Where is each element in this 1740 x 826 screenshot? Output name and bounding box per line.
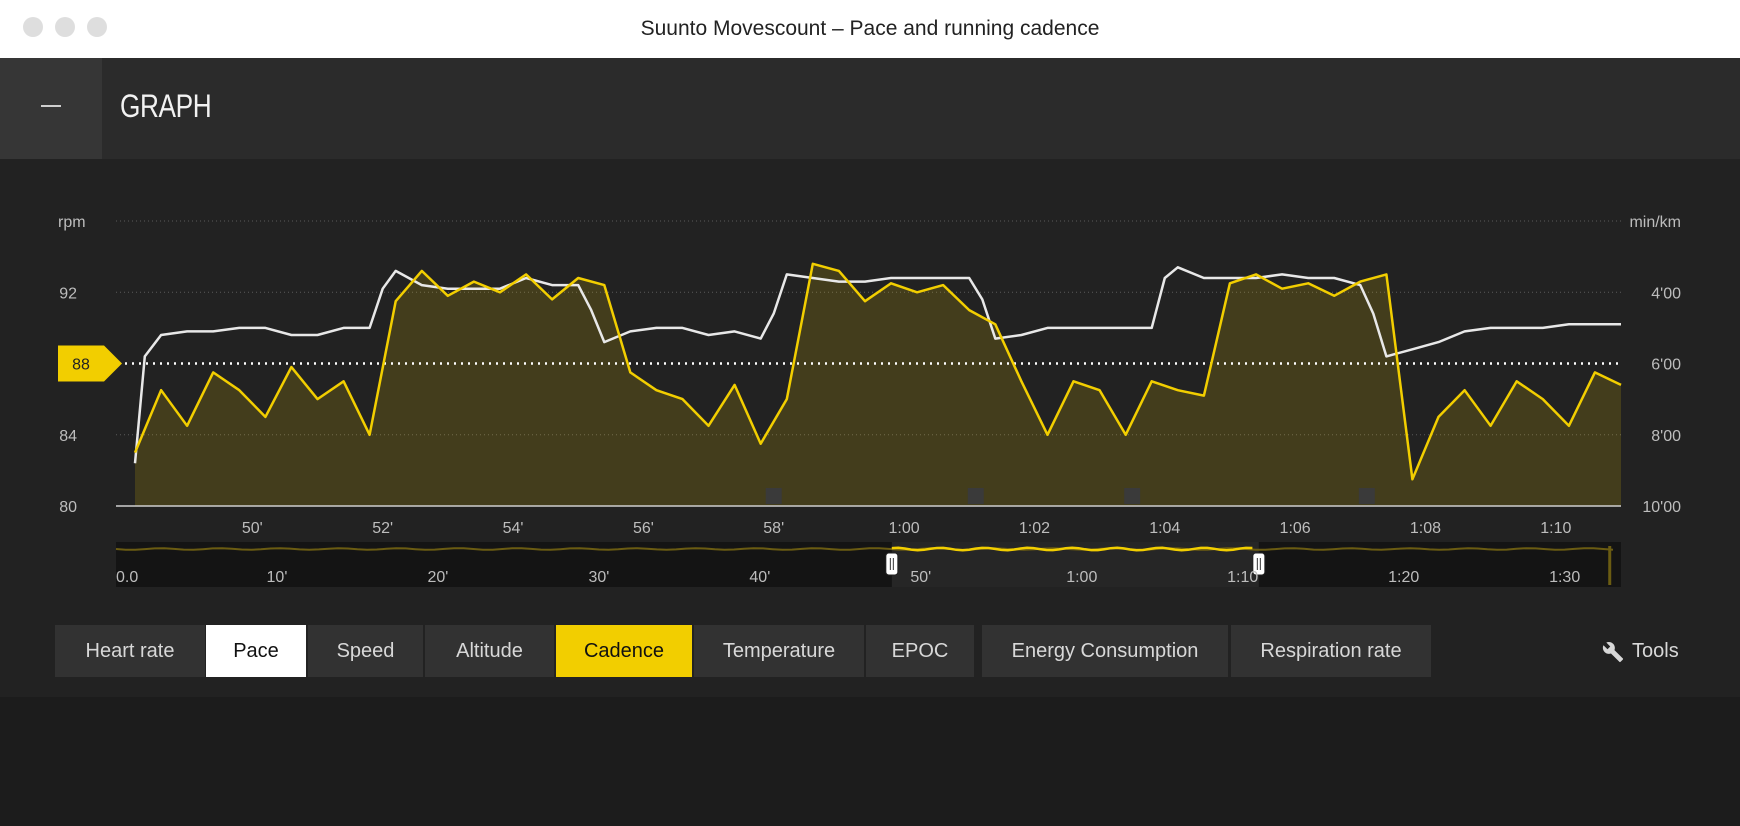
overview-tick: 1:20 bbox=[1388, 569, 1419, 586]
tab-speed[interactable]: Speed bbox=[308, 625, 423, 677]
tab-altitude[interactable]: Altitude bbox=[425, 625, 554, 677]
left-axis-tick: 84 bbox=[59, 428, 77, 445]
right-axis-tick: 10'00 bbox=[1642, 499, 1681, 516]
x-axis-tick: 58' bbox=[763, 520, 784, 537]
overview-tick: 1:10 bbox=[1227, 569, 1258, 586]
tab-energy-consumption[interactable]: Energy Consumption bbox=[982, 625, 1228, 677]
overview-tick: 0.0 bbox=[116, 569, 138, 586]
window-title: Suunto Movescount – Pace and running cad… bbox=[640, 17, 1100, 40]
x-axis-tick: 1:10 bbox=[1540, 520, 1571, 537]
lap-marker bbox=[967, 488, 984, 504]
tab-epoc[interactable]: EPOC bbox=[866, 625, 974, 677]
tools-label: Tools bbox=[1632, 640, 1679, 662]
x-axis-tick: 52' bbox=[372, 520, 393, 537]
lap-marker bbox=[1358, 488, 1375, 504]
lap-marker bbox=[1124, 488, 1141, 504]
minus-icon bbox=[41, 105, 61, 107]
x-axis-tick: 1:08 bbox=[1410, 520, 1441, 537]
left-axis-unit: rpm bbox=[58, 214, 86, 231]
cadence-area bbox=[135, 263, 1621, 506]
right-axis-tick: 8'00 bbox=[1651, 428, 1681, 445]
overview-tick: 30' bbox=[588, 569, 609, 586]
x-axis-tick: 1:00 bbox=[888, 520, 919, 537]
window-titlebar: Suunto Movescount – Pace and running cad… bbox=[0, 0, 1740, 58]
overview-tick: 10' bbox=[267, 569, 288, 586]
x-axis-tick: 56' bbox=[633, 520, 654, 537]
x-axis-tick: 1:04 bbox=[1149, 520, 1180, 537]
tab-cadence[interactable]: Cadence bbox=[556, 625, 692, 677]
pace-cadence-chart: rpm 92 84 80 88 min/km 4'00 6'00 8'00 10'00 50' 52'… bbox=[58, 214, 1681, 587]
lap-marker bbox=[765, 488, 782, 504]
graph-panel: rpm 92 84 80 88 min/km 4'00 6'00 8'00 10'00 50' 52'… bbox=[0, 159, 1740, 697]
overview-tick: 1:30 bbox=[1549, 569, 1580, 586]
right-axis-tick: 6'00 bbox=[1651, 357, 1681, 374]
marker-badge bbox=[58, 345, 122, 382]
marker-label: 88 bbox=[72, 357, 90, 374]
overview-tick: 1:00 bbox=[1066, 569, 1097, 586]
page-title: GRAPH bbox=[120, 88, 212, 124]
x-axis-tick: 54' bbox=[503, 520, 524, 537]
x-axis-tick: 1:02 bbox=[1019, 520, 1050, 537]
graph-header: GRAPH bbox=[0, 58, 1740, 159]
collapse-button[interactable] bbox=[0, 58, 102, 159]
x-axis-tick: 50' bbox=[242, 520, 263, 537]
left-axis-tick: 92 bbox=[59, 285, 77, 302]
overview-tick: 50' bbox=[910, 569, 931, 586]
wrench-icon bbox=[1602, 642, 1624, 663]
tab-heart-rate[interactable]: Heart rate bbox=[55, 625, 205, 677]
x-axis-tick: 1:06 bbox=[1280, 520, 1311, 537]
tab-temperature[interactable]: Temperature bbox=[694, 625, 864, 677]
left-axis-tick: 80 bbox=[59, 499, 77, 516]
tab-pace[interactable]: Pace bbox=[206, 625, 306, 677]
overview-tick: 20' bbox=[427, 569, 448, 586]
tab-respiration-rate[interactable]: Respiration rate bbox=[1231, 625, 1431, 677]
range-handle bbox=[885, 552, 899, 576]
right-axis-tick: 4'00 bbox=[1651, 285, 1681, 302]
right-axis-unit: min/km bbox=[1629, 214, 1681, 231]
overview-tick: 40' bbox=[749, 569, 770, 586]
